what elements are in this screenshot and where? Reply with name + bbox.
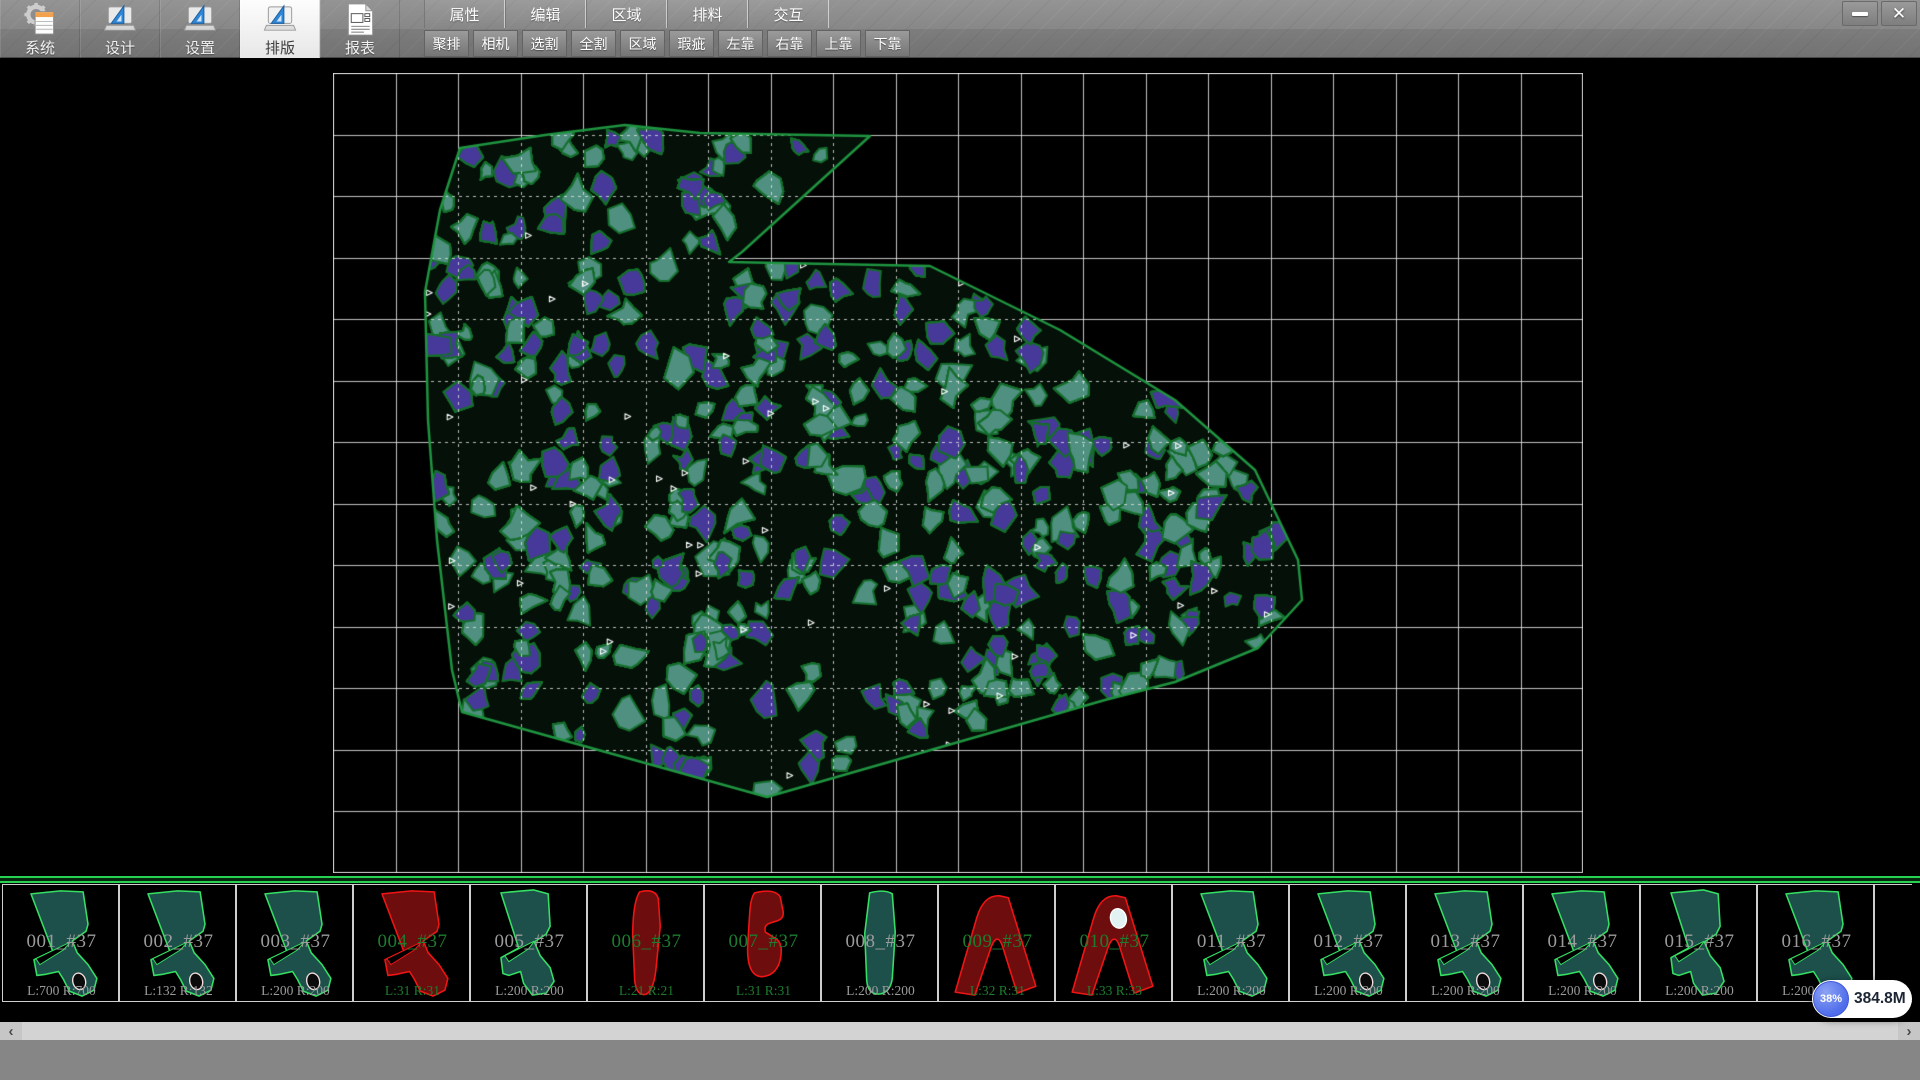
thumbnail-cell[interactable]: 011_#37 L:200 R:200 <box>1172 884 1289 1002</box>
piece-lr-count: L:31 R:31 <box>705 983 821 999</box>
scroll-left-arrow[interactable]: ‹ <box>0 1022 22 1040</box>
piece-name: 009_#37 <box>939 931 1055 953</box>
piece-name: 006_#37 <box>588 931 704 953</box>
module-tab-report[interactable]: 报表 <box>320 0 400 58</box>
thumbnail-cell[interactable]: 003_#37 L:200 R:200 <box>236 884 353 1002</box>
piece-lr-count: L:32 R:31 <box>939 983 1055 999</box>
minimize-button[interactable] <box>1842 1 1878 26</box>
tool-region[interactable]: 区域 <box>620 30 665 57</box>
tool-camera[interactable]: 相机 <box>473 30 518 57</box>
tool-align-right[interactable]: 右靠 <box>767 30 812 57</box>
tool-cut-all[interactable]: 全割 <box>571 30 616 57</box>
scroll-right-arrow[interactable]: › <box>1898 1022 1920 1040</box>
settings-ruler-icon <box>182 2 218 37</box>
report-document-icon <box>342 2 378 37</box>
panel-divider <box>0 876 1920 883</box>
menu-properties[interactable]: 属性 <box>424 0 505 28</box>
module-tab-system[interactable]: 系统 <box>0 0 80 58</box>
module-tab-nesting[interactable]: 排版 <box>240 0 320 58</box>
menu-nesting[interactable]: 排料 <box>667 0 748 28</box>
piece-name: 002_#37 <box>120 931 236 953</box>
thumbnail-cell[interactable]: 012_#37 L:200 R:200 <box>1289 884 1406 1002</box>
piece-name: 001_#37 <box>3 931 119 953</box>
piece-thumbnail-row: 001_#37L:700 R:700002_#37L:132 R:132003_… <box>2 884 1912 1002</box>
top-toolbar: 系统 设计 设置 <box>0 0 1920 58</box>
piece-lr-count: L:200 R:200 <box>1173 983 1289 999</box>
tool-cluster-nest[interactable]: 聚排 <box>424 30 469 57</box>
tool-select-cut[interactable]: 选割 <box>522 30 567 57</box>
module-tab-design[interactable]: 设计 <box>80 0 160 58</box>
module-tab-settings[interactable]: 设置 <box>160 0 240 58</box>
thumbnail-cell[interactable]: 004_#37 L:31 R:31 <box>353 884 470 1002</box>
thumbnail-cell[interactable]: 015_#37 L:200 R:200 <box>1640 884 1757 1002</box>
thumbnail-cell[interactable]: 009_#37 L:32 R:31 <box>938 884 1055 1002</box>
thumbnail-cell[interactable]: 005_#37 L:200 R:200 <box>470 884 587 1002</box>
piece-name: 003_#37 <box>237 931 353 953</box>
design-ruler-icon <box>102 2 138 37</box>
nesting-workspace <box>0 59 1920 876</box>
piece-lr-count: L:200 R:200 <box>822 983 938 999</box>
close-button[interactable]: ✕ <box>1881 1 1917 26</box>
piece-lr-count: L:200 R:200 <box>1290 983 1406 999</box>
piece-lr-count: L:200 R:200 <box>1641 983 1757 999</box>
piece-name: 011_#37 <box>1173 931 1289 953</box>
window-controls: ✕ <box>1842 1 1917 26</box>
module-label: 排版 <box>265 37 295 58</box>
thumbnail-cell[interactable]: 008_#37 L:200 R:200 <box>821 884 938 1002</box>
piece-name: 012_#37 <box>1290 931 1406 953</box>
status-bar <box>0 1040 1920 1080</box>
module-label: 设计 <box>105 37 135 58</box>
piece-lr-count: L:200 R:200 <box>1407 983 1523 999</box>
piece-name: 010_#37 <box>1056 931 1172 953</box>
horizontal-scrollbar[interactable]: ‹ › <box>0 1022 1920 1040</box>
memory-usage-badge: 38% 384.8M <box>1812 980 1912 1018</box>
piece-name: 007_#37 <box>705 931 821 953</box>
module-label: 报表 <box>345 37 375 58</box>
tool-bar: 聚排 相机 选割 全割 区域 瑕疵 左靠 右靠 上靠 下靠 <box>424 30 910 57</box>
progress-circle: 38% <box>1813 981 1849 1017</box>
nesting-canvas[interactable] <box>333 73 1583 873</box>
close-icon: ✕ <box>1892 5 1906 22</box>
piece-lr-count: L:21 R:21 <box>588 983 704 999</box>
piece-lr-count: L:132 R:132 <box>120 983 236 999</box>
module-label: 系统 <box>25 37 55 58</box>
menu-edit[interactable]: 编辑 <box>505 0 586 28</box>
piece-name: 016_#37 <box>1758 931 1874 953</box>
piece-lr-count: L:200 R:200 <box>237 983 353 999</box>
menu-interaction[interactable]: 交互 <box>748 0 829 28</box>
tool-defect[interactable]: 瑕疵 <box>669 30 714 57</box>
thumbnail-cell[interactable]: 006_#37 L:21 R:21 <box>587 884 704 1002</box>
piece-name: 008_#37 <box>822 931 938 953</box>
piece-lr-count: L:200 R:200 <box>471 983 587 999</box>
piece-name: 015_#37 <box>1641 931 1757 953</box>
thumbnail-cell[interactable]: 002_#37 L:132 R:132 <box>119 884 236 1002</box>
piece-thumbnail-panel: 001_#37L:700 R:700002_#37L:132 R:132003_… <box>0 883 1920 1022</box>
tool-align-bottom[interactable]: 下靠 <box>865 30 910 57</box>
module-tabs: 系统 设计 设置 <box>0 0 400 58</box>
nesting-ruler-icon <box>262 2 298 37</box>
piece-name: 005_#37 <box>471 931 587 953</box>
piece-name: 014_#37 <box>1524 931 1640 953</box>
piece-lr-count: L:31 R:31 <box>354 983 470 999</box>
thumbnail-cell[interactable]: 007_#37 L:31 R:31 <box>704 884 821 1002</box>
menu-region[interactable]: 区域 <box>586 0 667 28</box>
thumbnail-cell[interactable]: 010_#37 L:33 R:33 <box>1055 884 1172 1002</box>
minimize-icon <box>1852 12 1868 16</box>
piece-name: 0 <box>1875 931 1912 953</box>
tool-align-top[interactable]: 上靠 <box>816 30 861 57</box>
tool-align-left[interactable]: 左靠 <box>718 30 763 57</box>
piece-lr-count: L:200 R:200 <box>1524 983 1640 999</box>
menu-bar: 属性 编辑 区域 排料 交互 <box>424 0 829 28</box>
module-label: 设置 <box>185 37 215 58</box>
thumbnail-cell[interactable]: 013_#37 L:200 R:200 <box>1406 884 1523 1002</box>
piece-name: 013_#37 <box>1407 931 1523 953</box>
thumbnail-cell[interactable]: 014_#37 L:200 R:200 <box>1523 884 1640 1002</box>
thumbnail-cell[interactable]: 001_#37 L:700 R:700 <box>2 884 119 1002</box>
system-gear-icon <box>22 2 58 37</box>
piece-name: 004_#37 <box>354 931 470 953</box>
piece-lr-count: L:33 R:33 <box>1056 983 1172 999</box>
memory-value: 384.8M <box>1854 980 1906 1018</box>
piece-lr-count: L:700 R:700 <box>3 983 119 999</box>
